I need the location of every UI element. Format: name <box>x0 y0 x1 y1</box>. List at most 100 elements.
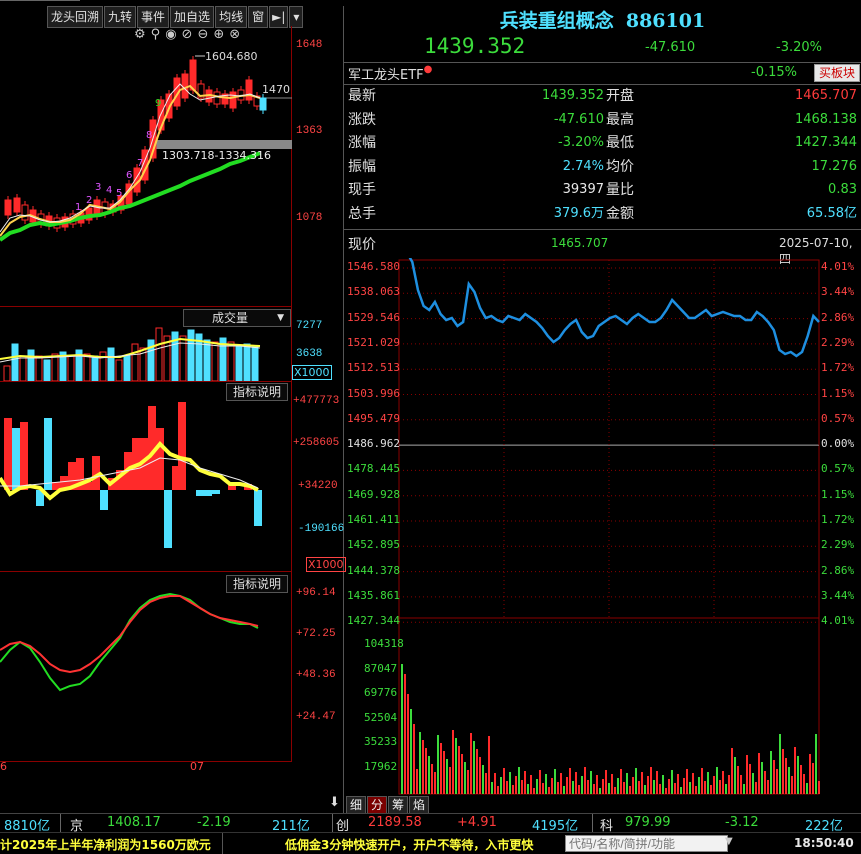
intraday-volume-bar <box>404 674 406 794</box>
search-input[interactable] <box>565 835 728 852</box>
indicator1-axis-label: +258605 <box>293 437 340 449</box>
intraday-volume-bar <box>650 767 652 794</box>
window-button[interactable]: 窗 <box>248 6 269 28</box>
price-axis-label: 1452.895 <box>347 538 400 552</box>
dragon-head-backtrack-button[interactable]: 龙头回溯 <box>47 6 104 28</box>
dropdown-caret-icon[interactable]: ▾ <box>289 6 304 28</box>
intraday-volume-bar <box>692 773 694 794</box>
intraday-volume-bar <box>638 781 640 794</box>
intraday-volume-bar <box>512 785 514 794</box>
quote-label: 涨跌 <box>348 111 376 128</box>
scroll-down-icon[interactable]: ⬇ <box>329 795 340 810</box>
ad-banner[interactable]: 低佣金3分钟快速开户，开户不等待，入市更快 <box>285 836 533 853</box>
intraday-volume-bar <box>605 770 607 794</box>
intraday-volume-bar <box>752 773 754 794</box>
intraday-volume-bar <box>626 773 628 794</box>
intraday-volume-bar <box>596 775 598 794</box>
quote-label: 最低 <box>606 135 634 151</box>
pct-axis-label: 1.72% <box>821 513 855 526</box>
intraday-volume-bar <box>779 734 781 794</box>
intraday-volume-bar <box>737 766 739 794</box>
intraday-volume-bar <box>674 783 676 794</box>
candle <box>13 197 21 213</box>
pct-axis-label: 1.72% <box>821 361 855 375</box>
intraday-volume-bar <box>494 773 496 794</box>
volume-bar <box>115 359 123 381</box>
quote-value: 65.58亿 <box>806 205 857 221</box>
quote-label: 开盘 <box>606 88 634 104</box>
intraday-volume-bar <box>800 765 802 794</box>
intraday-volume-bar <box>536 779 538 794</box>
nine-turn-9: 9 <box>155 98 161 109</box>
intraday-chart[interactable] <box>344 258 861 798</box>
expand-arrow-icon[interactable]: ►| <box>269 6 289 28</box>
volume-bar <box>11 343 19 381</box>
intraday-volume-bar <box>482 765 484 794</box>
intraday-volume-bar <box>629 786 631 794</box>
dropdown-caret-icon[interactable]: ▼ <box>725 836 733 847</box>
intraday-volume-bar <box>410 709 412 794</box>
intraday-volume-bar <box>428 756 430 794</box>
volume-bar <box>27 349 35 381</box>
intraday-volume-bar <box>452 730 454 794</box>
nine-turn-button[interactable]: 九转 <box>104 6 137 28</box>
volume-bar <box>35 355 43 381</box>
index-change: -2.19 <box>197 815 231 830</box>
intraday-volume-bar <box>776 769 778 794</box>
intraday-volume-bar <box>788 767 790 794</box>
intraday-volume-bar <box>503 768 505 794</box>
intraday-volume-bar <box>602 779 604 794</box>
tab-flame[interactable]: 焰 <box>409 796 430 814</box>
event-button[interactable]: 事件 <box>137 6 170 28</box>
intraday-volume-bar <box>740 775 742 794</box>
volume-axis-label: 104318 <box>364 637 404 650</box>
intraday-volume-bar <box>587 780 589 794</box>
intraday-volume-bar <box>671 770 673 794</box>
volume-panel-dropdown[interactable]: 成交量 ▼ <box>183 309 291 327</box>
tab-detail[interactable]: 细 <box>346 796 367 814</box>
buy-sector-button[interactable]: 买板块 <box>814 64 860 82</box>
pct-axis-label: 1.15% <box>821 386 855 400</box>
index-change: +4.91 <box>457 815 497 830</box>
intraday-volume-bar <box>470 733 472 794</box>
quote-label: 振幅 <box>348 158 376 175</box>
intraday-volume-bar <box>488 736 490 794</box>
quote-value: 1468.138 <box>794 111 857 127</box>
tab-chips[interactable]: 筹 <box>388 796 409 814</box>
candle <box>245 79 253 101</box>
intraday-volume-bar <box>698 777 700 794</box>
price-change: -47.610 <box>645 40 696 55</box>
macd-bar <box>20 422 28 490</box>
quote-value: 1465.707 <box>794 88 857 103</box>
macd-bar <box>4 418 12 490</box>
pct-axis-label: 2.86% <box>821 310 855 324</box>
intraday-volume-bar <box>746 755 748 794</box>
intraday-volume-bar <box>731 748 733 794</box>
intraday-volume-bar <box>542 783 544 794</box>
kline-current-marker: 1470 <box>262 83 290 96</box>
volume-bar <box>131 343 139 381</box>
intraday-volume-bar <box>662 775 664 794</box>
price-axis-label: 1546.580 <box>347 260 400 273</box>
volume-bar <box>235 345 243 381</box>
news-ticker[interactable]: 计2025年上半年净利润为1560万欧元 <box>0 836 211 853</box>
quote-value: 379.6万 <box>553 205 604 221</box>
intraday-volume-bar <box>719 780 721 794</box>
candle <box>4 199 12 216</box>
add-watchlist-button[interactable]: 加自选 <box>170 6 215 28</box>
pct-axis-label: 4.01% <box>821 260 855 273</box>
indicator2-chart <box>0 592 259 692</box>
price-axis-label: 1427.344 <box>347 614 400 628</box>
macd-bar <box>196 490 204 496</box>
nine-turn-7: 7 <box>137 158 143 169</box>
nine-turn-6: 6 <box>126 170 132 181</box>
pct-axis-label: 0.57% <box>821 411 855 425</box>
intraday-volume-bar <box>716 767 718 794</box>
moving-average-button[interactable]: 均线 <box>215 6 248 28</box>
volume-bar <box>51 353 59 381</box>
indicator2-axis-label: +72.25 <box>296 628 336 640</box>
price-axis-label: 1512.513 <box>347 361 400 375</box>
kline-chart[interactable]: 1 2 3 4 5 6 7 8 9 <box>0 40 292 306</box>
etf-name[interactable]: 军工龙头ETF● <box>348 64 432 83</box>
tab-minute[interactable]: 分 <box>367 796 388 814</box>
